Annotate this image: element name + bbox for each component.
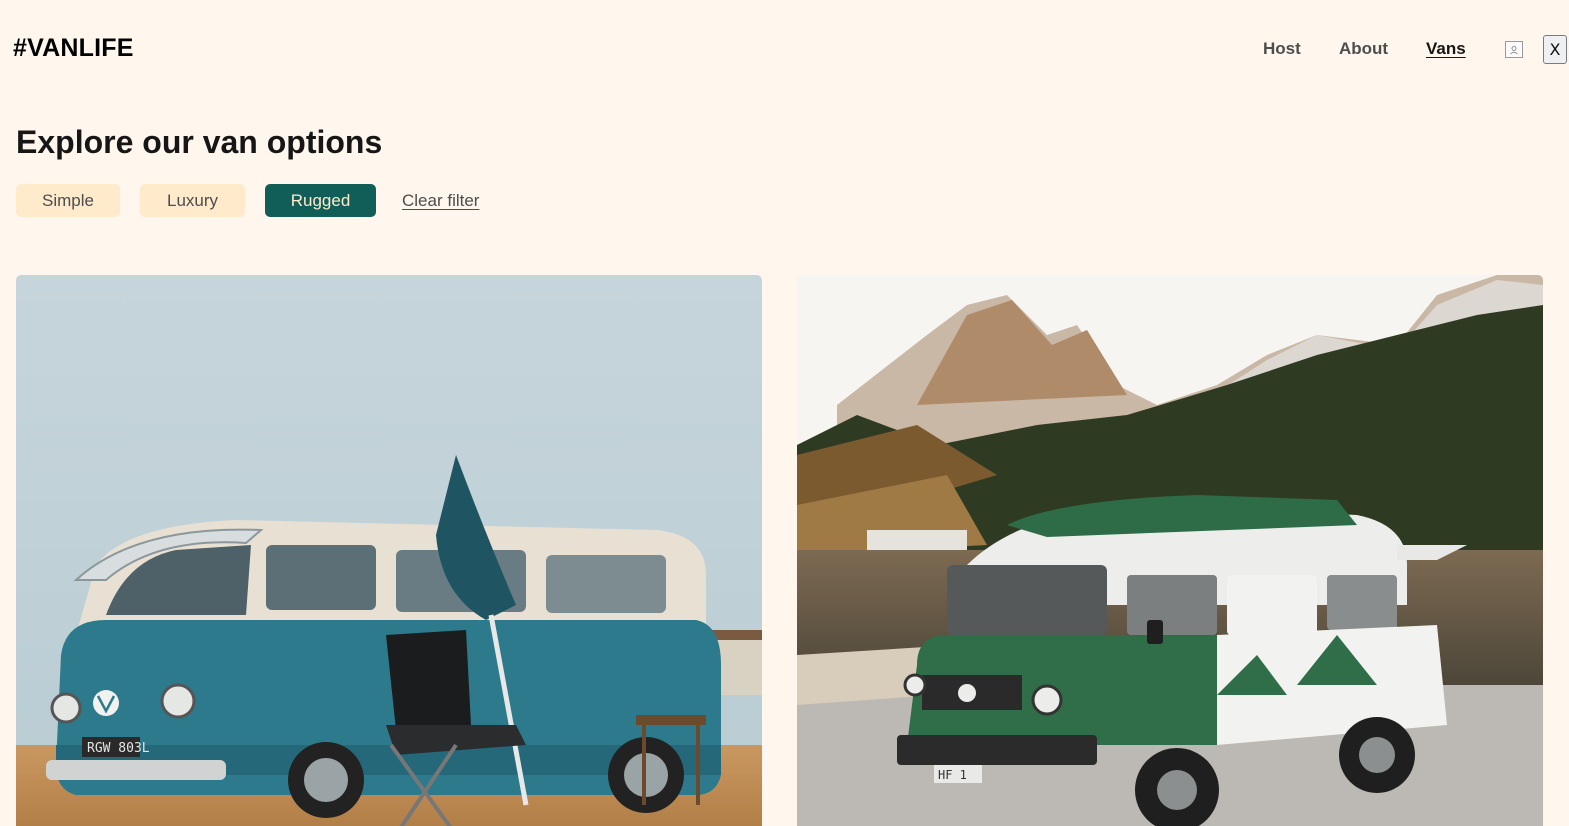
filter-luxury-button[interactable]: Luxury — [140, 184, 245, 217]
van-card-2[interactable]: HF 1 — [797, 275, 1543, 826]
site-header: #VANLIFE Host About Vans X — [0, 0, 1569, 100]
page-title: Explore our van options — [16, 124, 383, 160]
site-logo[interactable]: #VANLIFE — [13, 34, 134, 63]
filter-simple-button[interactable]: Simple — [16, 184, 120, 217]
van-image-blue-camper: RGW 803L — [16, 275, 762, 826]
svg-text:RGW 803L: RGW 803L — [87, 741, 150, 756]
filter-rugged-button[interactable]: Rugged — [265, 184, 376, 217]
van-image-green-camper: HF 1 — [797, 275, 1543, 826]
user-circle-icon[interactable] — [1505, 41, 1523, 58]
svg-text:HF 1: HF 1 — [938, 768, 967, 782]
nav-link-about[interactable]: About — [1339, 39, 1388, 59]
nav-link-host[interactable]: Host — [1263, 39, 1301, 59]
nav-link-vans[interactable]: Vans — [1426, 39, 1466, 59]
close-button[interactable]: X — [1543, 35, 1567, 64]
clear-filter-link[interactable]: Clear filter — [402, 191, 479, 211]
van-card-1[interactable]: RGW 803L — [16, 275, 762, 826]
